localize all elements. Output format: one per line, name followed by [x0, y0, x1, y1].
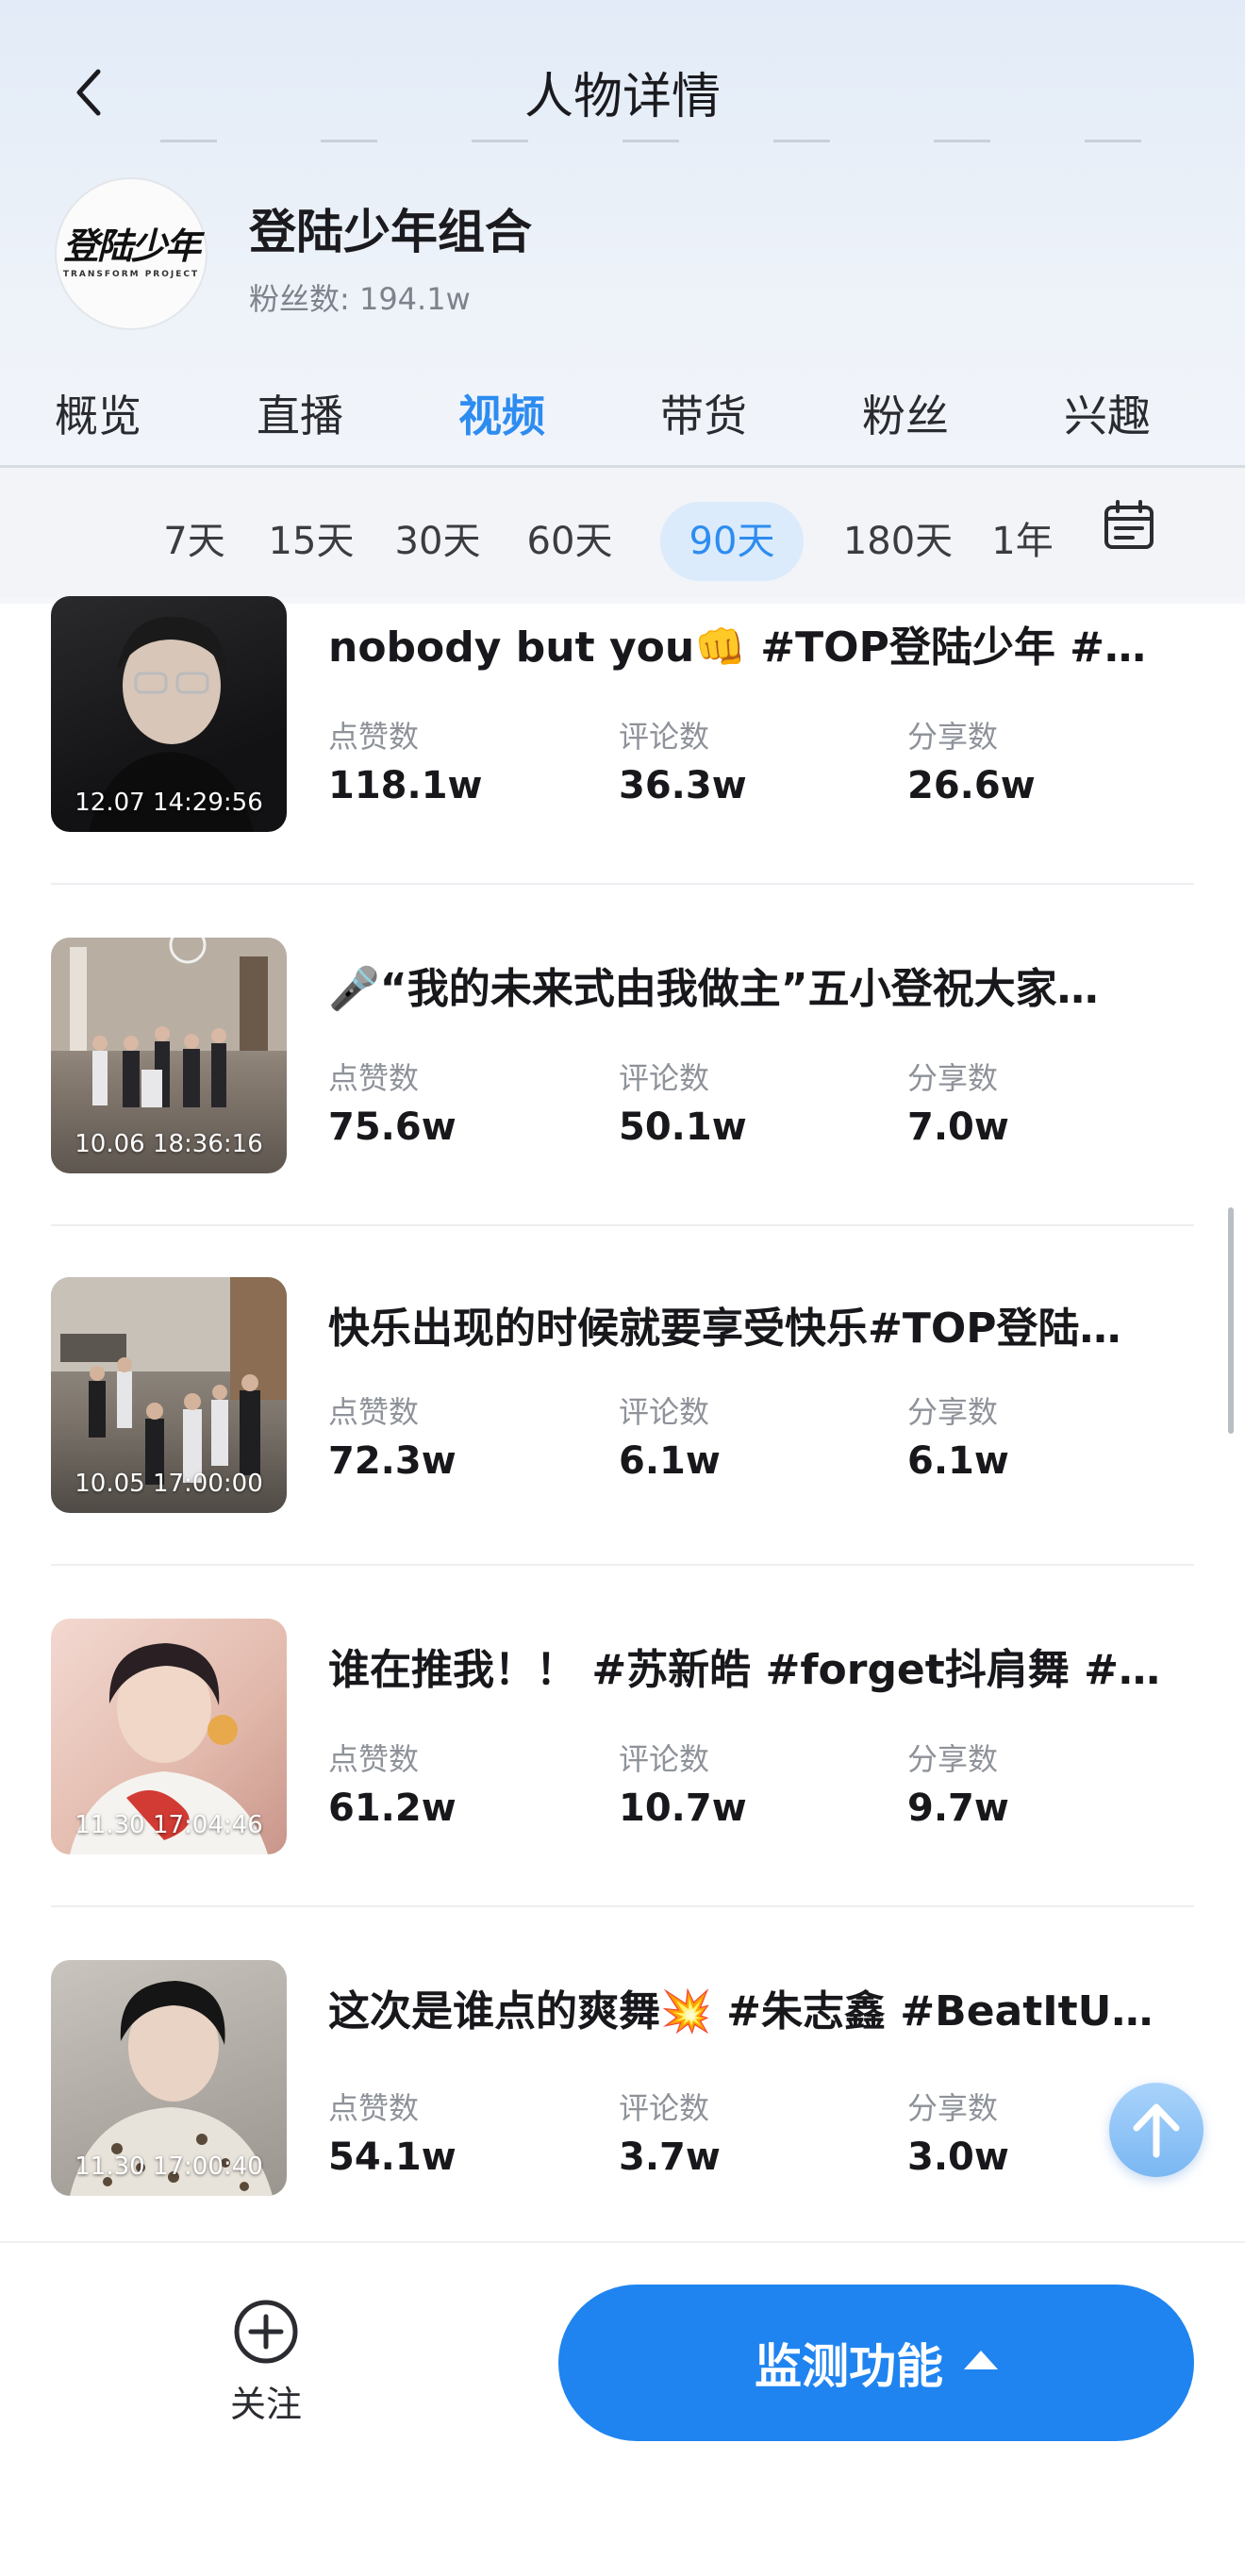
video-thumbnail[interactable]: 11.30 17:00:40	[51, 1960, 287, 2196]
scrollbar[interactable]	[1228, 1207, 1234, 1434]
shares-label: 分享数	[907, 2090, 999, 2126]
shares-label: 分享数	[907, 1394, 999, 1430]
video-title[interactable]: 这次是谁点的爽舞💥 #朱志鑫 #BeatItU…	[328, 1977, 1177, 2037]
shares-value: 6.1w	[907, 1439, 1009, 1483]
likes-label: 点赞数	[328, 1741, 420, 1777]
bottom-bar: 关注 监测功能	[0, 2241, 1245, 2576]
video-time: 10.06 18:36:16	[75, 1130, 263, 1158]
video-time: 12.07 14:29:56	[75, 789, 263, 817]
likes-value: 61.2w	[328, 1787, 456, 1830]
shares-value: 3.0w	[907, 2136, 1009, 2179]
fans-count: 粉丝数: 194.1w	[249, 281, 471, 317]
comments-label: 评论数	[619, 1394, 710, 1430]
likes-label: 点赞数	[328, 2090, 420, 2126]
item-divider	[51, 1905, 1194, 1907]
comments-label: 评论数	[619, 2090, 710, 2126]
period-90d[interactable]: 90天	[660, 502, 804, 581]
logo-subtext: TRANSFORM PROJECT	[62, 270, 200, 279]
follow-label: 关注	[229, 2384, 302, 2425]
likes-value: 118.1w	[328, 764, 483, 807]
item-divider	[51, 1564, 1194, 1566]
comments-label: 评论数	[619, 719, 710, 755]
comments-value: 50.1w	[619, 1105, 747, 1149]
arrow-up-icon	[1133, 2103, 1180, 2158]
comments-value: 36.3w	[619, 764, 747, 807]
period-60d[interactable]: 60天	[521, 502, 619, 581]
tab-overview[interactable]: 概览	[55, 382, 141, 444]
video-time: 11.30 17:00:40	[75, 2152, 263, 2181]
comments-label: 评论数	[619, 1741, 710, 1777]
profile-name: 登陆少年组合	[249, 205, 532, 259]
shares-label: 分享数	[907, 719, 999, 755]
scroll-to-top-button[interactable]	[1109, 2083, 1204, 2177]
period-1y[interactable]: 1年	[987, 502, 1058, 581]
plus-circle-icon	[234, 2300, 298, 2364]
period-7d[interactable]: 7天	[151, 502, 238, 581]
video-title[interactable]: 快乐出现的时候就要享受快乐#TOP登陆…	[328, 1294, 1177, 1354]
video-item[interactable]: 11.30 17:00:40 这次是谁点的爽舞💥 #朱志鑫 #BeatItU… …	[0, 1960, 1245, 2196]
video-item[interactable]: 12.07 14:29:56 nobody but you👊 #TOP登陆少年 …	[0, 596, 1245, 832]
video-title[interactable]: nobody but you👊 #TOP登陆少年 #朱…	[328, 613, 1177, 673]
item-divider	[51, 1224, 1194, 1226]
comments-value: 3.7w	[619, 2136, 721, 2179]
likes-value: 54.1w	[328, 2136, 456, 2179]
likes-label: 点赞数	[328, 719, 420, 755]
monitor-function-button[interactable]: 监测功能	[558, 2285, 1194, 2441]
video-title[interactable]: 🎤“我的未来式由我做主”五小登祝大家…	[328, 955, 1177, 1015]
likes-value: 75.6w	[328, 1105, 456, 1149]
avatar[interactable]: 登陆少年 TRANSFORM PROJECT	[55, 177, 208, 330]
period-180d[interactable]: 180天	[839, 502, 956, 581]
shares-value: 9.7w	[907, 1787, 1009, 1830]
scrolled-content-peek	[0, 126, 1245, 151]
video-time: 11.30 17:04:46	[75, 1811, 263, 1839]
profile-card: 登陆少年 TRANSFORM PROJECT 登陆少年组合 粉丝数: 194.1…	[0, 151, 1245, 340]
section-tabs: 概览 直播 视频 带货 粉丝 兴趣	[0, 344, 1245, 467]
video-item[interactable]: 10.06 18:36:16 🎤“我的未来式由我做主”五小登祝大家… 点赞数 评…	[0, 938, 1245, 1173]
video-thumbnail[interactable]: 10.05 17:00:00	[51, 1277, 287, 1513]
likes-value: 72.3w	[328, 1439, 456, 1483]
tab-sales[interactable]: 带货	[660, 382, 747, 444]
likes-label: 点赞数	[328, 1394, 420, 1430]
calendar-icon[interactable]	[1102, 498, 1156, 553]
tab-interest[interactable]: 兴趣	[1064, 382, 1151, 444]
shares-value: 7.0w	[907, 1105, 1009, 1149]
tab-video[interactable]: 视频	[458, 382, 545, 444]
period-filter: 7天 15天 30天 60天 90天 180天 1年	[0, 468, 1245, 598]
period-30d[interactable]: 30天	[389, 502, 487, 581]
monitor-label: 监测功能	[755, 2339, 943, 2394]
video-title[interactable]: 谁在推我！！ #苏新皓 #forget抖肩舞 #…	[328, 1636, 1177, 1696]
comments-label: 评论数	[619, 1060, 710, 1096]
tab-fans[interactable]: 粉丝	[862, 382, 949, 444]
shares-value: 26.6w	[907, 764, 1036, 807]
caret-up-icon	[964, 2351, 998, 2369]
comments-value: 6.1w	[619, 1439, 721, 1483]
top-bar: 人物详情	[0, 0, 1245, 151]
likes-label: 点赞数	[328, 1060, 420, 1096]
video-thumbnail[interactable]: 12.07 14:29:56	[51, 596, 287, 832]
video-thumbnail[interactable]: 10.06 18:36:16	[51, 938, 287, 1173]
follow-button[interactable]: 关注	[217, 2298, 315, 2427]
shares-label: 分享数	[907, 1741, 999, 1777]
period-15d[interactable]: 15天	[262, 502, 360, 581]
video-time: 10.05 17:00:00	[75, 1470, 263, 1498]
shares-label: 分享数	[907, 1060, 999, 1096]
page-title: 人物详情	[523, 69, 721, 125]
comments-value: 10.7w	[619, 1787, 747, 1830]
video-item[interactable]: 11.30 17:04:46 谁在推我！！ #苏新皓 #forget抖肩舞 #……	[0, 1619, 1245, 1854]
tab-live[interactable]: 直播	[257, 382, 343, 444]
logo-text: 登陆少年	[62, 225, 201, 267]
video-item[interactable]: 10.05 17:00:00 快乐出现的时候就要享受快乐#TOP登陆… 点赞数 …	[0, 1277, 1245, 1513]
item-divider	[51, 883, 1194, 885]
video-thumbnail[interactable]: 11.30 17:04:46	[51, 1619, 287, 1854]
